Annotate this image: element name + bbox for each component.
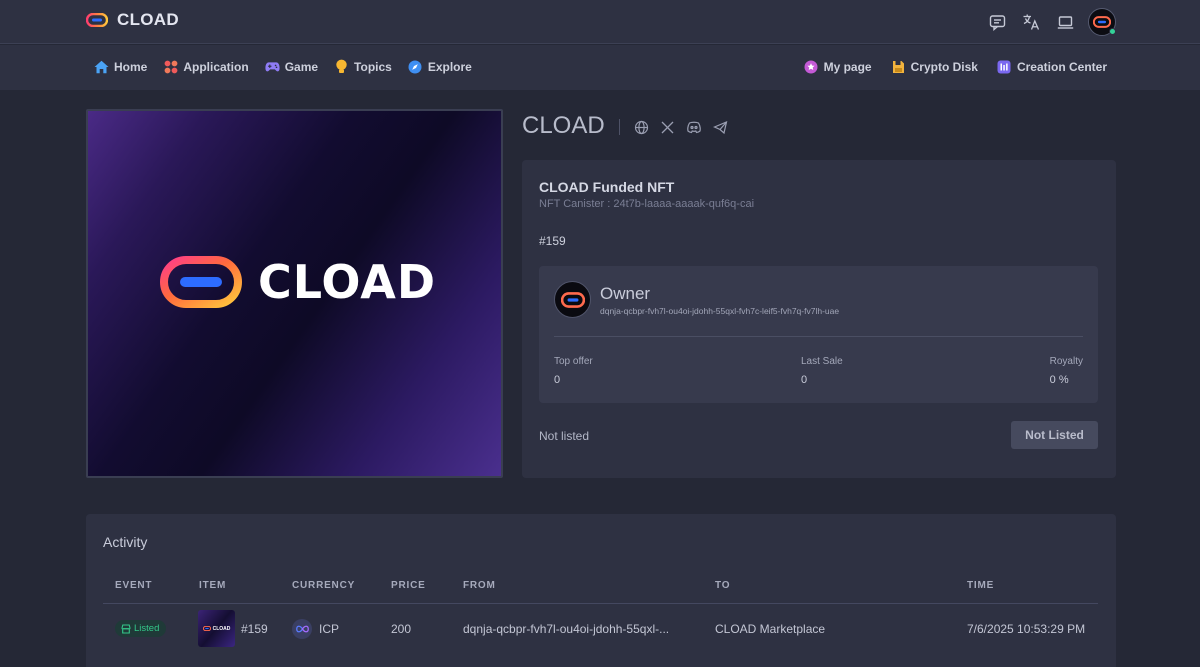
thumb-logo-icon — [202, 626, 211, 631]
bulb-icon — [334, 59, 349, 74]
nft-number: #159 — [539, 234, 566, 248]
chat-icon[interactable] — [986, 11, 1008, 33]
online-status-dot — [1109, 28, 1116, 35]
item-thumbnail[interactable]: CLOAD — [198, 610, 235, 647]
col-item: ITEM — [199, 580, 227, 591]
col-price: PRICE — [391, 580, 426, 591]
nav-creation-center-label: Creation Center — [1016, 59, 1107, 74]
nav-home-label: Home — [114, 59, 148, 74]
nav-topics[interactable]: Topics — [334, 59, 392, 74]
title-divider — [619, 119, 620, 135]
nav-my-page-label: My page — [823, 59, 872, 74]
nav-game[interactable]: Game — [265, 59, 318, 74]
stat-top-offer: Top offer 0 — [554, 356, 593, 386]
nav-my-page[interactable]: My page — [804, 59, 872, 74]
event-label: Listed — [134, 623, 160, 634]
nav-left: Home Application Game Topics Explore — [94, 59, 472, 74]
top-bar: CLOAD — [0, 0, 1200, 44]
nav-topics-label: Topics — [354, 59, 392, 74]
activity-panel: Activity EVENT ITEM CURRENCY PRICE FROM … — [86, 514, 1116, 667]
collection-title: CLOAD — [522, 112, 605, 139]
owner-avatar-logo-icon — [560, 291, 585, 308]
stat-top-offer-label: Top offer — [554, 356, 593, 367]
nft-name: CLOAD Funded NFT — [539, 179, 675, 195]
owner-avatar[interactable] — [554, 281, 591, 318]
activity-title: Activity — [103, 534, 148, 550]
nft-canister: NFT Canister : 24t7b-laaaa-aaaak-quf6q-c… — [539, 198, 755, 210]
laptop-icon[interactable] — [1054, 11, 1076, 33]
nav-home[interactable]: Home — [94, 59, 147, 74]
cload-logo-icon — [86, 13, 108, 27]
app-name: CLOAD — [117, 10, 179, 29]
listing-status: Not listed — [539, 429, 590, 443]
gamepad-icon — [265, 59, 280, 74]
nav-explore[interactable]: Explore — [408, 59, 472, 74]
col-time: TIME — [967, 580, 995, 591]
store-icon — [121, 623, 131, 634]
item-number[interactable]: #159 — [241, 622, 268, 636]
to-address[interactable]: CLOAD Marketplace — [715, 622, 825, 636]
nav-application-label: Application — [183, 59, 249, 74]
nft-image-logo-text: CLOAD — [258, 255, 437, 309]
nav-game-label: Game — [284, 59, 319, 74]
stat-royalty-label: Royalty — [1049, 356, 1083, 367]
nft-image[interactable]: CLOAD — [86, 109, 503, 478]
stat-royalty: Royalty 0 % — [1050, 356, 1083, 386]
top-actions — [986, 8, 1116, 36]
cload-logo-mark-icon — [160, 256, 242, 308]
thumb-logo-text: CLOAD — [212, 625, 231, 632]
creation-icon — [997, 59, 1012, 74]
nav-crypto-disk[interactable]: Crypto Disk — [891, 59, 978, 74]
from-address[interactable]: dqnja-qcbpr-fvh7l-ou4oi-jdohh-55qxl-... — [463, 622, 669, 636]
translate-icon[interactable] — [1020, 11, 1042, 33]
owner-divider — [554, 336, 1083, 337]
stat-last-sale-value: 0 — [801, 374, 808, 386]
price-value: 200 — [391, 622, 412, 636]
stat-last-sale-label: Last Sale — [801, 356, 843, 367]
user-avatar[interactable] — [1088, 8, 1116, 36]
x-icon[interactable] — [660, 120, 675, 140]
brand[interactable]: CLOAD — [86, 10, 179, 30]
col-currency: CURRENCY — [292, 580, 356, 591]
icp-icon — [292, 619, 312, 639]
compass-icon — [408, 59, 423, 74]
table-divider — [103, 603, 1098, 604]
currency-name: ICP — [319, 622, 340, 636]
col-event: EVENT — [115, 580, 153, 591]
col-to: TO — [715, 580, 731, 591]
nft-detail-card: CLOAD Funded NFT NFT Canister : 24t7b-la… — [522, 160, 1116, 478]
telegram-icon[interactable] — [712, 120, 728, 140]
nav-creation-center[interactable]: Creation Center — [997, 59, 1107, 74]
avatar-logo-icon — [1093, 16, 1111, 28]
nav-application[interactable]: Application — [163, 59, 249, 74]
owner-address[interactable]: dqnja-qcbpr-fvh7l-ou4oi-jdohh-55qxl-fvh7… — [600, 306, 839, 316]
stat-royalty-value: 0 % — [1049, 374, 1069, 386]
apps-icon — [163, 59, 178, 74]
event-time: 7/6/2025 10:53:29 PM — [967, 622, 1086, 636]
event-badge: Listed — [115, 620, 167, 637]
col-from: FROM — [463, 580, 496, 591]
stat-top-offer-value: 0 — [554, 374, 561, 386]
owner-label: Owner — [600, 284, 651, 303]
globe-icon[interactable] — [634, 120, 649, 140]
home-icon — [94, 59, 109, 74]
not-listed-button[interactable]: Not Listed — [1011, 421, 1098, 449]
nft-image-logo: CLOAD — [160, 255, 436, 309]
owner-panel: Owner dqnja-qcbpr-fvh7l-ou4oi-jdohh-55qx… — [539, 266, 1098, 403]
main-nav: Home Application Game Topics Explore My … — [0, 45, 1200, 90]
nav-right: My page Crypto Disk Creation Center — [804, 59, 1107, 74]
nav-explore-label: Explore — [427, 59, 472, 74]
social-links — [634, 120, 728, 140]
stat-last-sale: Last Sale 0 — [801, 356, 843, 386]
nav-crypto-disk-label: Crypto Disk — [910, 59, 978, 74]
disk-icon — [891, 59, 906, 74]
discord-icon[interactable] — [686, 120, 702, 140]
mypage-icon — [804, 59, 819, 74]
